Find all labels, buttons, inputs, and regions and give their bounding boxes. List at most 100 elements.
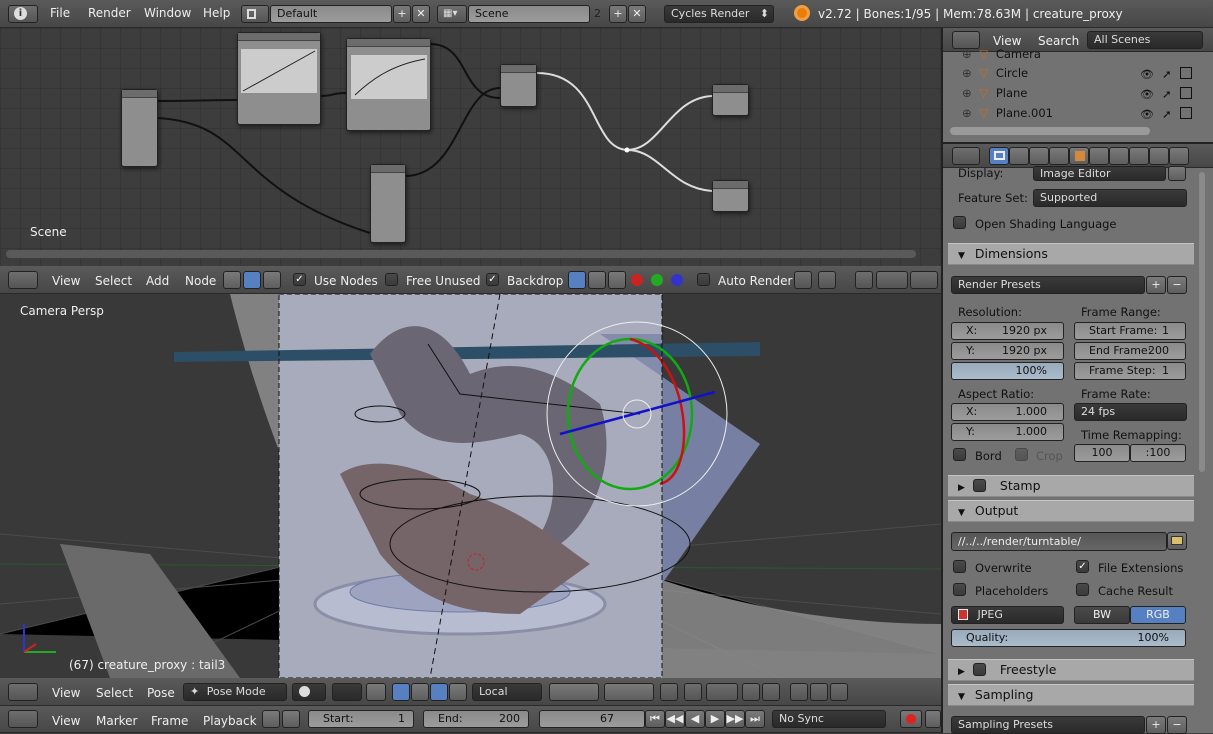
render-presets-dropdown[interactable]: Render Presets: [951, 276, 1145, 294]
render-still-button[interactable]: [742, 683, 760, 701]
resolution-x-field[interactable]: X: 1920 px: [951, 322, 1064, 340]
modifiers-tab-button[interactable]: [1129, 147, 1149, 165]
backdrop-channels-rgba-button[interactable]: [568, 271, 586, 289]
parent-node-icon-button[interactable]: [818, 271, 836, 289]
outliner-item-plane[interactable]: ⊕ ▽ Plane: [962, 86, 1027, 100]
output-panel-header[interactable]: ▼ Output: [948, 500, 1194, 522]
time-remap-old-field[interactable]: 100: [1074, 444, 1130, 462]
node-menu-select[interactable]: Select: [95, 274, 132, 288]
viewport-editor-type-button[interactable]: [8, 683, 38, 701]
data-tab-button[interactable]: [1149, 147, 1169, 165]
timeline-editor-type-button[interactable]: [8, 710, 38, 728]
node-editor-type-button[interactable]: [8, 271, 38, 289]
lock-time-cursor-button[interactable]: [282, 710, 300, 728]
feature-set-dropdown[interactable]: Supported: [1033, 189, 1187, 207]
render-tab-button[interactable]: [989, 147, 1009, 165]
texture-node-type-button[interactable]: [263, 271, 281, 289]
start-frame-prop-field[interactable]: Start Frame: 1: [1074, 322, 1186, 340]
play-reverse-button[interactable]: ◀: [685, 710, 705, 728]
crop-checkbox[interactable]: [1015, 448, 1028, 461]
auto-render-checkbox[interactable]: [697, 273, 710, 286]
snap-element-icon-button[interactable]: [876, 271, 908, 289]
object-tab-button[interactable]: [1069, 147, 1089, 165]
file-extensions-checkbox[interactable]: ✓: [1076, 560, 1089, 573]
menu-window[interactable]: Window: [144, 6, 191, 20]
blue-channel-icon[interactable]: [671, 274, 683, 286]
proportional-edit-button[interactable]: [684, 683, 702, 701]
mix-node[interactable]: [500, 64, 537, 107]
dimensions-panel-header[interactable]: ▼ Dimensions: [948, 243, 1194, 265]
sampling-preset-remove-button[interactable]: −: [1167, 716, 1187, 734]
sync-mode-dropdown[interactable]: No Sync: [772, 710, 886, 728]
timeline-menu-frame[interactable]: Frame: [151, 714, 188, 728]
node-editor-h-scrollbar[interactable]: [6, 250, 916, 258]
constraints-tab-button[interactable]: [1089, 147, 1109, 165]
menu-render[interactable]: Render: [88, 6, 131, 20]
cache-result-checkbox[interactable]: [1076, 583, 1089, 596]
menu-file[interactable]: File: [50, 6, 70, 20]
outliner-item-plane-001[interactable]: ⊕ ▽ Plane.001: [962, 106, 1053, 120]
pivot-point-dropdown[interactable]: [332, 683, 362, 701]
snap-button[interactable]: [706, 683, 738, 701]
node-menu-view[interactable]: View: [52, 274, 80, 288]
world-tab-button[interactable]: [1049, 147, 1069, 165]
aspect-x-field[interactable]: X: 1.000: [951, 403, 1064, 421]
outliner-display-mode-dropdown[interactable]: All Scenes: [1087, 31, 1203, 49]
placeholders-checkbox[interactable]: [953, 583, 966, 596]
end-frame-field[interactable]: End: 200: [423, 710, 529, 728]
properties-v-scrollbar[interactable]: [1199, 172, 1205, 472]
time-remap-new-field[interactable]: :100: [1130, 444, 1186, 462]
color-mode-bw-button[interactable]: BW: [1074, 606, 1130, 624]
viewport-menu-select[interactable]: Select: [96, 686, 133, 700]
jump-end-button[interactable]: ⏭: [745, 710, 765, 728]
current-frame-field[interactable]: 67: [539, 710, 645, 728]
preview-range-button[interactable]: [262, 710, 280, 728]
jump-keyframe-forward-button[interactable]: ▶▶: [725, 710, 745, 728]
translate-manipulator-button[interactable]: [392, 683, 410, 701]
layers-grid-2[interactable]: [604, 683, 654, 701]
render-camera-icon[interactable]: [1180, 87, 1192, 99]
screen-layout-field[interactable]: Default: [270, 5, 392, 23]
sampling-preset-add-button[interactable]: +: [1146, 716, 1166, 734]
node-menu-add[interactable]: Add: [146, 274, 169, 288]
composite-output-node[interactable]: [712, 84, 749, 116]
outliner-h-scrollbar[interactable]: [950, 127, 1150, 135]
visibility-eye-icon[interactable]: 👁: [1140, 88, 1154, 101]
info-editor-type-button[interactable]: i: [8, 5, 38, 23]
layers-grid-1[interactable]: [549, 683, 599, 701]
timeline-menu-playback[interactable]: Playback: [203, 714, 257, 728]
manipulator-toggle[interactable]: [366, 683, 386, 701]
rgb-curves-node-2[interactable]: [346, 38, 431, 131]
start-frame-field[interactable]: Start: 1: [308, 710, 414, 728]
mode-dropdown[interactable]: ✦ Pose Mode: [183, 683, 287, 701]
outliner-menu-search[interactable]: Search: [1038, 34, 1079, 48]
outliner-menu-view[interactable]: View: [993, 34, 1021, 48]
end-frame-prop-field[interactable]: End Frame: 200: [1074, 342, 1186, 360]
scene-icon-button[interactable]: ▦▾: [437, 5, 467, 23]
timeline-menu-marker[interactable]: Marker: [96, 714, 137, 728]
render-preset-add-button[interactable]: +: [1146, 276, 1166, 294]
shader-node-type-button[interactable]: [223, 271, 241, 289]
select-arrow-icon[interactable]: ➚: [1162, 87, 1172, 101]
display-dropdown[interactable]: Image Editor: [1033, 166, 1166, 181]
physics-tab-button[interactable]: [1169, 147, 1189, 165]
browse-folder-button[interactable]: [1167, 532, 1187, 550]
snap-target-icon-button[interactable]: [910, 271, 938, 289]
scale-tool-button[interactable]: [449, 683, 467, 701]
border-checkbox[interactable]: [953, 448, 966, 461]
visibility-eye-icon[interactable]: 👁: [1140, 108, 1154, 121]
render-camera-icon[interactable]: [1180, 67, 1192, 79]
lock-layers-button[interactable]: [660, 683, 678, 701]
viewport-shading-dropdown[interactable]: [292, 683, 326, 701]
render-preset-remove-button[interactable]: −: [1167, 276, 1187, 294]
display-window-button[interactable]: [1168, 166, 1186, 181]
scene-name-field[interactable]: Scene: [468, 5, 590, 23]
frame-step-field[interactable]: Frame Step: 1: [1074, 362, 1186, 380]
render-camera-icon[interactable]: [1180, 107, 1192, 119]
resolution-y-field[interactable]: Y: 1920 px: [951, 342, 1064, 360]
render-layers-node[interactable]: [121, 89, 158, 167]
outliner-properties-divider[interactable]: [943, 142, 1213, 144]
pin-icon-button[interactable]: [794, 271, 812, 289]
play-button[interactable]: ▶: [705, 710, 725, 728]
color-mode-rgb-button[interactable]: RGB: [1130, 606, 1186, 624]
